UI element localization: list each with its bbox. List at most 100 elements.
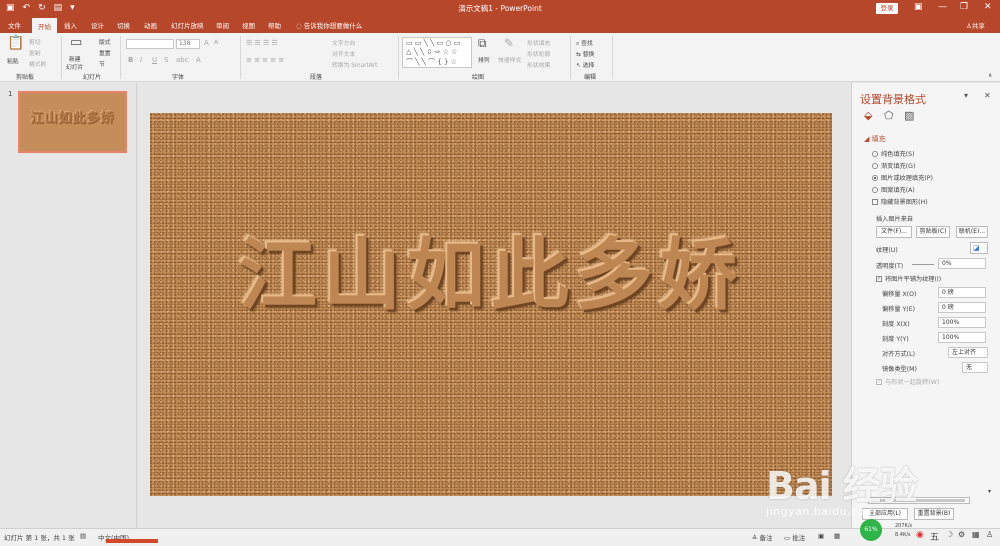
find-button[interactable]: ⌕ 查找: [576, 38, 593, 48]
pattern-fill-radio[interactable]: [872, 186, 878, 193]
reset-button[interactable]: 重置: [99, 48, 111, 57]
slide-canvas[interactable]: 江山如此多娇: [150, 113, 832, 496]
tab-help[interactable]: 帮助: [268, 20, 281, 30]
cut-button[interactable]: 剪切: [29, 37, 41, 46]
arrange-icon[interactable]: ⧉: [478, 37, 487, 49]
insert-online-button[interactable]: 联机(E)...: [956, 226, 988, 238]
fill-bucket-icon[interactable]: ⬙: [864, 109, 872, 122]
slide-sorter-icon[interactable]: ▦: [834, 532, 840, 540]
copy-button[interactable]: 复制: [29, 48, 41, 57]
underline-icon[interactable]: U: [152, 56, 157, 64]
restore-icon[interactable]: ❐: [960, 2, 968, 12]
increase-font-icon[interactable]: A: [204, 39, 209, 47]
insert-clipboard-button[interactable]: 剪贴板(C): [916, 226, 950, 238]
tab-home[interactable]: 开始: [32, 18, 57, 33]
tab-file[interactable]: 文件: [8, 20, 21, 30]
tile-texture-option[interactable]: ✓ 将图片平铺为纹理(I): [876, 274, 941, 283]
normal-view-icon[interactable]: ▣: [818, 532, 824, 540]
solid-fill-radio[interactable]: [872, 150, 878, 157]
transparency-input[interactable]: 0%: [938, 258, 986, 269]
network-speed-widget[interactable]: 61%: [860, 519, 882, 541]
quick-styles-icon[interactable]: ✎: [504, 37, 514, 49]
arrange-button[interactable]: 排列: [478, 55, 490, 64]
gradient-fill-radio[interactable]: [872, 162, 878, 169]
share-button[interactable]: ♙共享: [966, 20, 985, 30]
tab-view[interactable]: 视图: [242, 20, 255, 30]
gradient-fill-option[interactable]: 渐变填充(G): [872, 161, 915, 170]
paste-button[interactable]: 粘贴: [7, 56, 19, 65]
login-button[interactable]: 登录: [876, 3, 898, 14]
rotate-with-shape-option[interactable]: ✓ 与形状一起旋转(W): [876, 377, 939, 386]
tray-grid-icon[interactable]: ▦: [972, 530, 980, 539]
font-name-input[interactable]: [126, 39, 174, 49]
align-text-button[interactable]: 对齐文本: [332, 49, 355, 58]
strikethrough-icon[interactable]: abc: [176, 56, 189, 64]
shape-fill-button[interactable]: 形状填充: [527, 38, 550, 47]
format-painter-button[interactable]: 格式刷: [29, 59, 46, 68]
layout-button[interactable]: 版式: [99, 37, 111, 46]
scale-y-input[interactable]: 100%: [938, 332, 986, 343]
notes-button[interactable]: ≙ 备注: [752, 532, 773, 542]
offset-x-input[interactable]: 0 磅: [938, 287, 986, 298]
solid-fill-option[interactable]: 纯色填充(S): [872, 149, 915, 158]
text-direction-button[interactable]: 文字方向: [332, 38, 355, 47]
texture-dropdown[interactable]: ◪: [970, 242, 988, 254]
hide-background-checkbox[interactable]: [872, 198, 878, 205]
pattern-fill-option[interactable]: 图案填充(A): [872, 185, 915, 194]
tray-user-icon[interactable]: ♙: [986, 530, 993, 539]
picture-fill-radio[interactable]: [872, 174, 878, 181]
new-slide-icon[interactable]: ▭: [70, 36, 82, 49]
tab-design[interactable]: 设计: [91, 20, 104, 30]
insert-file-button[interactable]: 文件(F)...: [876, 226, 912, 238]
shape-effects-button[interactable]: 形状效果: [527, 60, 550, 69]
transparency-slider[interactable]: [912, 264, 934, 265]
font-color-icon[interactable]: A: [196, 56, 201, 64]
hide-background-option[interactable]: 隐藏背景图形(H): [872, 197, 928, 206]
comments-button[interactable]: ▭ 批注: [784, 532, 805, 542]
spellcheck-icon[interactable]: ▤: [80, 532, 86, 540]
tab-insert[interactable]: 插入: [64, 20, 77, 30]
tell-me-search[interactable]: ◌ 告诉我你想要做什么: [296, 20, 362, 30]
slide-thumbnail[interactable]: 江山如此多娇: [18, 91, 127, 153]
tab-slide-show[interactable]: 幻灯片放映: [171, 20, 204, 30]
italic-icon[interactable]: I: [140, 56, 142, 64]
ribbon-display-options-icon[interactable]: ▣: [914, 2, 923, 12]
collapse-ribbon-icon[interactable]: ∧: [988, 72, 992, 79]
picture-icon[interactable]: ▨: [904, 109, 914, 122]
mirror-type-dropdown[interactable]: 无: [962, 362, 988, 373]
tile-texture-checkbox[interactable]: ✓: [876, 275, 882, 282]
font-size-input[interactable]: 138: [176, 39, 200, 49]
close-icon[interactable]: ✕: [984, 2, 992, 12]
shape-outline-button[interactable]: 形状轮廓: [527, 49, 550, 58]
tray-settings-icon[interactable]: ⚙: [958, 530, 965, 539]
tray-wubi-icon[interactable]: 五: [930, 530, 939, 543]
rotate-with-shape-checkbox[interactable]: ✓: [876, 378, 882, 385]
bold-icon[interactable]: B: [128, 56, 133, 64]
pane-scroll-down-icon[interactable]: ▾: [988, 488, 991, 495]
align-icon[interactable]: ≡ ≡ ≡ ≡ ≡: [246, 56, 284, 64]
decrease-font-icon[interactable]: A: [214, 39, 218, 46]
bullets-icon[interactable]: ☰ ☰ ☰ ☰: [246, 39, 278, 47]
pane-close-icon[interactable]: ✕: [984, 91, 991, 100]
tab-animations[interactable]: 动画: [144, 20, 157, 30]
shapes-gallery[interactable]: ▭ ▭ ╲ ╲ ▭ ○ ▭ △ ╲ ╲ ⇩ ⇨ ☆ ☆ ⌒ ╲ ╲ ⌒ { } …: [402, 37, 472, 68]
tab-transitions[interactable]: 切换: [117, 20, 130, 30]
picture-texture-fill-option[interactable]: 图片或纹理填充(P): [872, 173, 933, 182]
pane-options-icon[interactable]: ▾: [964, 91, 968, 100]
slide-title-text[interactable]: 江山如此多娇: [150, 213, 832, 325]
alignment-dropdown[interactable]: 左上对齐: [948, 347, 988, 358]
tray-app-icon[interactable]: ◉: [916, 530, 924, 540]
tray-moon-icon[interactable]: ☽: [946, 530, 953, 539]
effects-pentagon-icon[interactable]: ⬠: [884, 109, 894, 122]
paste-icon[interactable]: 📋: [7, 36, 24, 50]
scale-x-input[interactable]: 100%: [938, 317, 986, 328]
fill-section-header[interactable]: ◢ 填充: [864, 134, 886, 144]
reset-background-button[interactable]: 重置背景(B): [914, 508, 954, 520]
convert-smartart-button[interactable]: 转换为 SmartArt: [332, 60, 377, 69]
section-button[interactable]: 节: [99, 59, 105, 68]
offset-y-input[interactable]: 0 磅: [938, 302, 986, 313]
minimize-icon[interactable]: —: [938, 2, 947, 12]
replace-button[interactable]: ⇆ 替换: [576, 49, 594, 58]
shadow-icon[interactable]: S: [164, 56, 168, 64]
select-button[interactable]: ↖ 选择: [576, 60, 594, 69]
